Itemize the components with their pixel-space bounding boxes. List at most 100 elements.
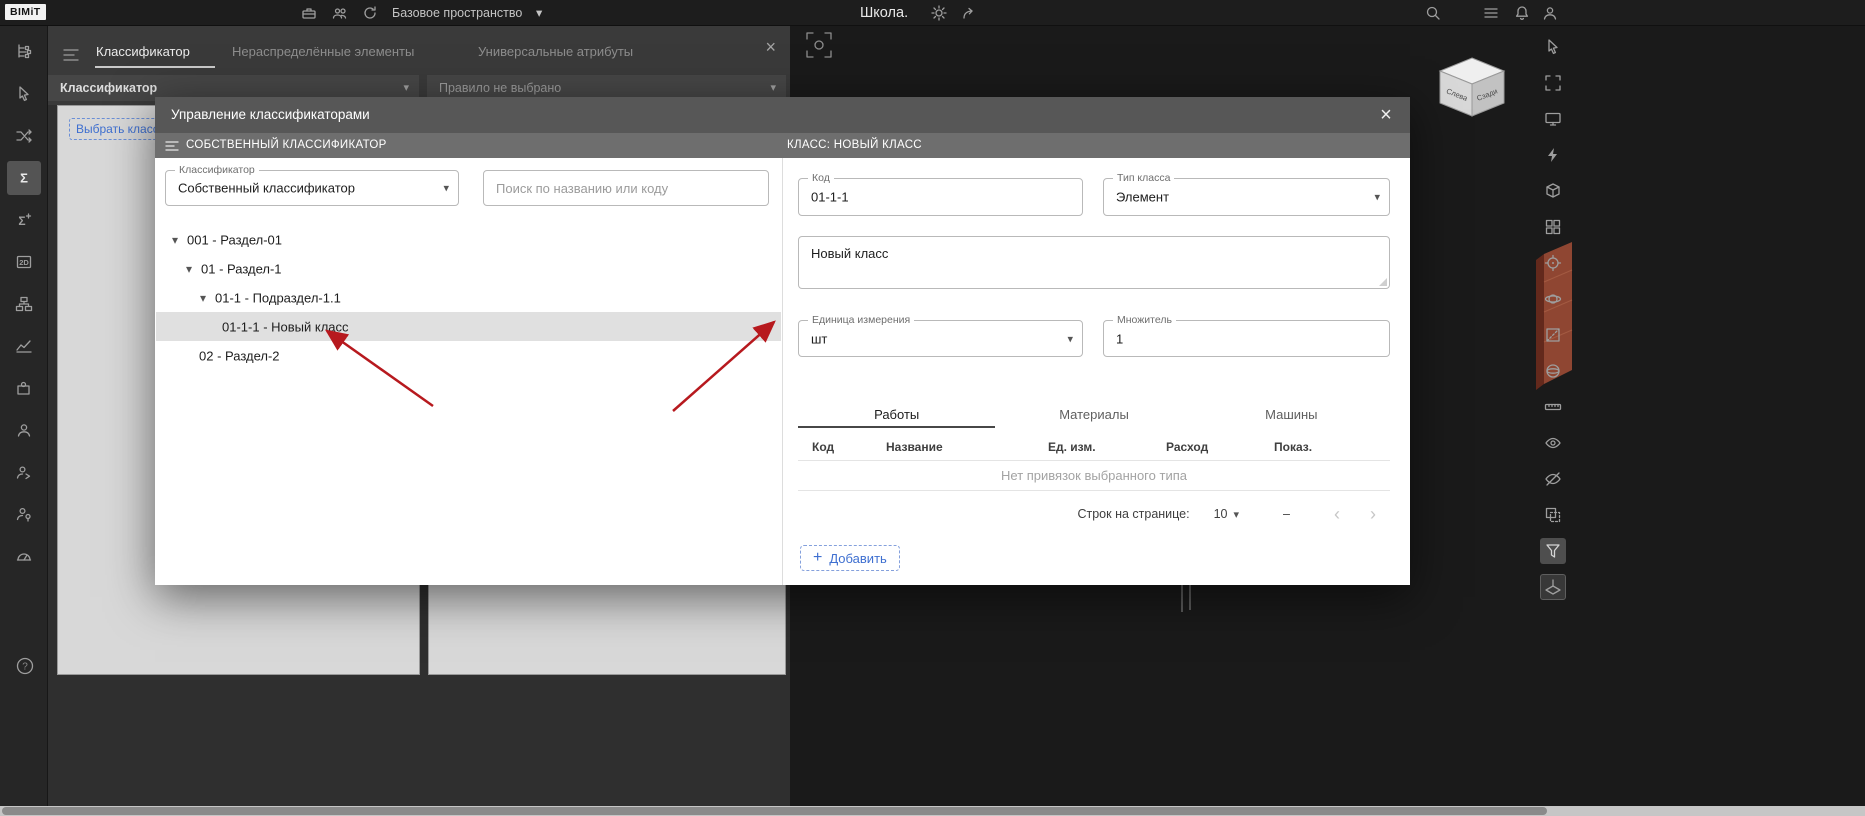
hierarchy-icon[interactable]: [15, 295, 33, 313]
notifications-icon[interactable]: [1513, 4, 1531, 22]
classifier-select[interactable]: Классификатор Собственный классификатор …: [165, 164, 459, 206]
user-icon[interactable]: [15, 421, 33, 439]
next-page-icon[interactable]: ›: [1370, 504, 1376, 524]
nav-cube[interactable]: Слева Сзади: [1436, 56, 1508, 120]
scrollbar-thumb[interactable]: [2, 807, 1547, 815]
sum-add-icon[interactable]: Σ: [15, 211, 33, 229]
dialog-close-icon[interactable]: ×: [1370, 97, 1402, 133]
chevron-down-icon[interactable]: ▾: [536, 0, 542, 26]
structure-tree-icon[interactable]: [15, 43, 33, 61]
tab-classifier[interactable]: Классификатор: [96, 44, 190, 59]
select-tool-icon[interactable]: [15, 85, 33, 103]
rt-sphere-icon[interactable]: [1540, 358, 1566, 384]
rt-fit-screen-icon[interactable]: [1540, 106, 1566, 132]
svg-text:Σ: Σ: [18, 214, 25, 228]
tab-works[interactable]: Работы: [798, 403, 996, 428]
rt-orbit-icon[interactable]: [1540, 286, 1566, 312]
dialog-titlebar: Управление классификаторами ×: [155, 97, 1410, 133]
account-icon[interactable]: [1541, 4, 1559, 22]
unit-select[interactable]: Единица измерения шт ▾: [798, 314, 1083, 357]
view-2d-icon[interactable]: 2D: [15, 253, 33, 271]
chevron-down-icon[interactable]: ▾: [1234, 508, 1240, 521]
toolbox-icon[interactable]: [300, 4, 318, 22]
tab-machines[interactable]: Машины: [1193, 403, 1390, 428]
plugins-icon[interactable]: [15, 379, 33, 397]
tree-item[interactable]: ▾ 01 - Раздел-1: [156, 254, 781, 283]
right-section-header: КЛАСС: НОВЫЙ КЛАСС: [787, 139, 922, 151]
rt-clip-plane-icon[interactable]: [1540, 574, 1566, 600]
col-header-unit: Ед. изм.: [1048, 440, 1096, 454]
chevron-down-icon: ▾: [1067, 333, 1073, 345]
classifier-management-dialog: Управление классификаторами × СОБСТВЕННЫ…: [155, 97, 1410, 585]
rt-eye-off-icon[interactable]: [1540, 466, 1566, 492]
pane-divider: [782, 158, 783, 585]
bindings-table-header: Код Название Ед. изм. Расход Показ.: [798, 433, 1390, 461]
left-toolbar: Σ Σ 2D ?: [0, 26, 48, 806]
select-classifier-chip[interactable]: Выбрать класси: [69, 118, 159, 140]
svg-text:Σ: Σ: [20, 171, 28, 186]
panel-close-icon[interactable]: ×: [765, 38, 776, 56]
rt-select-icon[interactable]: [1540, 34, 1566, 60]
multiplier-field[interactable]: Множитель 1: [1103, 314, 1390, 357]
classifier-panel-header: Классификатор Нераспределённые элементы …: [48, 26, 790, 105]
rt-transparency-icon[interactable]: [1540, 502, 1566, 528]
rt-flash-icon[interactable]: [1540, 142, 1566, 168]
rt-filter-icon[interactable]: [1540, 538, 1566, 564]
team-icon[interactable]: [331, 4, 349, 22]
rt-frame-icon[interactable]: [1540, 70, 1566, 96]
col-header-name: Название: [886, 440, 943, 454]
class-type-select[interactable]: Тип класса Элемент ▾: [1103, 172, 1390, 216]
menu-icon[interactable]: [1482, 4, 1500, 22]
tab-materials[interactable]: Материалы: [995, 403, 1192, 428]
top-bar: BIMiT Базовое пространство ▾ Школа.: [0, 0, 1865, 26]
rt-eye-icon[interactable]: [1540, 430, 1566, 456]
panel-menu-icon[interactable]: [62, 46, 80, 64]
dialog-title: Управление классификаторами: [171, 107, 370, 122]
horizontal-scrollbar[interactable]: [0, 806, 1865, 816]
rt-box-icon[interactable]: [1540, 178, 1566, 204]
pagination: Строк на странице: 10 ▾ – ‹ ›: [798, 499, 1390, 529]
settings-gear-icon[interactable]: [930, 4, 948, 22]
tab-unallocated-elements[interactable]: Нераспределённые элементы: [232, 44, 414, 59]
add-binding-button[interactable]: + Добавить: [800, 545, 900, 571]
tree-item[interactable]: ▾ 001 - Раздел-01: [156, 225, 781, 254]
workspace-selector[interactable]: Базовое пространство: [392, 0, 522, 26]
caret-down-icon[interactable]: ▾: [172, 233, 178, 247]
share-icon[interactable]: [960, 4, 978, 22]
svg-text:?: ?: [22, 662, 28, 673]
help-icon[interactable]: ?: [15, 656, 35, 676]
tab-universal-attributes[interactable]: Универсальные атрибуты: [478, 44, 633, 59]
tree-item-selected[interactable]: 01-1-1 - Новый класс: [156, 312, 781, 341]
rt-section-icon[interactable]: [1540, 322, 1566, 348]
col-header-code: Код: [812, 440, 835, 454]
prev-page-icon[interactable]: ‹: [1334, 504, 1340, 524]
user-location-icon[interactable]: [15, 505, 33, 523]
viewport-marker-icon[interactable]: [806, 32, 832, 58]
resize-grip[interactable]: [1379, 278, 1387, 286]
list-menu-icon[interactable]: [164, 138, 180, 154]
rt-grid-icon[interactable]: [1540, 214, 1566, 240]
search-input[interactable]: [484, 171, 768, 205]
col-header-consumption: Расход: [1166, 440, 1209, 454]
user-share-icon[interactable]: [15, 463, 33, 481]
code-field[interactable]: Код 01-1-1: [798, 172, 1083, 216]
tree-item[interactable]: 02 - Раздел-2: [156, 341, 781, 370]
sum-tool-active[interactable]: Σ: [7, 161, 41, 195]
caret-down-icon[interactable]: ▾: [200, 291, 206, 305]
chart-icon[interactable]: [15, 337, 33, 355]
sync-icon[interactable]: [361, 4, 379, 22]
tree-item[interactable]: ▾ 01-1 - Подраздел-1.1: [156, 283, 781, 312]
caret-down-icon[interactable]: ▾: [186, 262, 192, 276]
project-title: Школа.: [860, 5, 909, 21]
app-logo: BIMiT: [5, 4, 46, 20]
rt-ruler-icon[interactable]: [1540, 394, 1566, 420]
model-lines: [1176, 580, 1196, 614]
search-field: [483, 170, 769, 206]
rows-per-page-select[interactable]: 10: [1214, 507, 1228, 521]
gauge-icon[interactable]: [15, 547, 33, 565]
active-tab-underline: [95, 66, 215, 68]
connections-icon[interactable]: [15, 127, 33, 145]
rt-target-icon[interactable]: [1540, 250, 1566, 276]
search-icon[interactable]: [1424, 4, 1442, 22]
class-name-textarea[interactable]: Новый класс: [798, 236, 1390, 289]
